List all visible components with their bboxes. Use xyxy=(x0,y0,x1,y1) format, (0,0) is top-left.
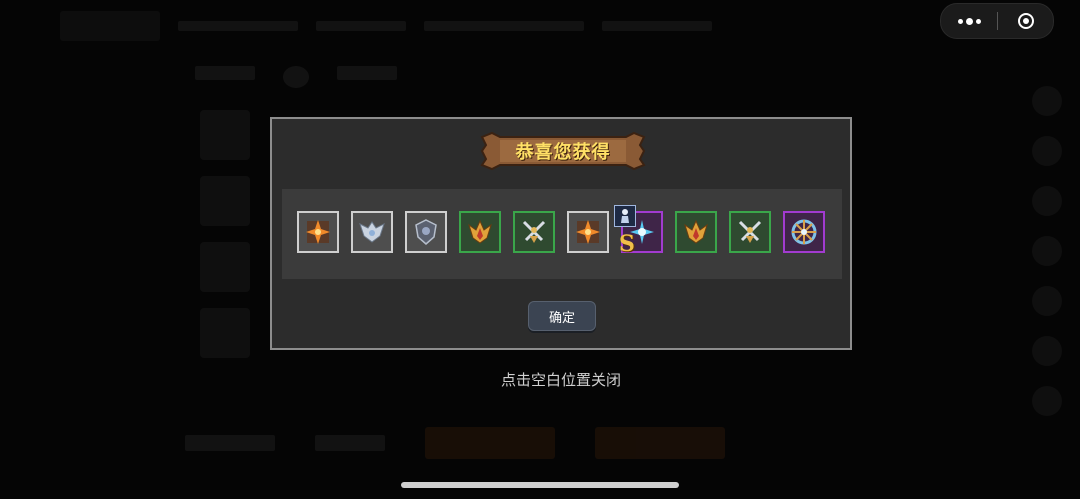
close-hint-text[interactable]: 点击空白位置关闭 xyxy=(0,369,1080,390)
background-left-menu xyxy=(200,110,260,380)
silver-wing-emblem-icon xyxy=(359,221,385,243)
reward-item-slot[interactable] xyxy=(405,211,447,253)
gold-flame-emblem-icon xyxy=(468,219,492,244)
background-side-icon xyxy=(1032,286,1062,316)
background-side-icon xyxy=(1032,86,1062,116)
reward-dialog: 恭喜您获得 S 确定 xyxy=(270,117,852,350)
home-indicator[interactable] xyxy=(401,482,679,488)
dark-shield-emblem-icon xyxy=(415,219,437,245)
background-menu-icon xyxy=(200,308,250,358)
crossed-swords-emblem-icon xyxy=(522,220,546,243)
reward-item-slot[interactable] xyxy=(459,211,501,253)
title-banner: 恭喜您获得 xyxy=(478,131,648,171)
background-menu-icon xyxy=(200,242,250,292)
background-bottom-bar xyxy=(185,425,805,461)
background-side-icon xyxy=(1032,136,1062,166)
background-side-icon xyxy=(1032,336,1062,366)
gold-flame-emblem-icon xyxy=(684,219,708,244)
figure-icon xyxy=(621,209,629,223)
background-bottom-strip xyxy=(185,435,275,451)
background-logo xyxy=(60,11,160,41)
reward-items-panel: S xyxy=(282,189,842,279)
background-menu-icon xyxy=(200,176,250,226)
background-info-strip xyxy=(195,66,255,80)
background-side-icon xyxy=(1032,386,1062,416)
crossed-swords-emblem-icon xyxy=(738,220,762,243)
background-bottom-strip xyxy=(315,435,385,451)
background-header xyxy=(60,8,880,44)
background-info-icon xyxy=(283,66,309,88)
background-header-strip xyxy=(602,21,712,31)
more-menu-icon[interactable] xyxy=(941,4,997,38)
reward-item-slot[interactable] xyxy=(513,211,555,253)
reward-item-slot[interactable] xyxy=(297,211,339,253)
rank-s-badge: S xyxy=(619,231,635,257)
background-header-strip xyxy=(316,21,406,31)
background-side-icon xyxy=(1032,186,1062,216)
orange-cross-emblem-icon xyxy=(306,220,330,244)
reward-item-slot[interactable] xyxy=(783,211,825,253)
dot-icon xyxy=(965,17,973,25)
exit-ring xyxy=(1017,13,1034,29)
confirm-button[interactable]: 确定 xyxy=(528,301,596,331)
character-badge-icon xyxy=(614,205,636,227)
background-info-strip xyxy=(337,66,397,80)
background-top-info xyxy=(195,66,397,88)
background-header-strip xyxy=(178,21,298,31)
background-menu-icon xyxy=(200,110,250,160)
exit-dot xyxy=(1022,18,1029,24)
reward-item-slot[interactable] xyxy=(675,211,717,253)
exit-miniprogram-icon[interactable] xyxy=(998,4,1053,38)
background-header-strip xyxy=(424,21,584,31)
dot-icon xyxy=(975,18,981,24)
orange-cross-emblem-icon xyxy=(576,220,600,244)
reward-item-slot[interactable] xyxy=(351,211,393,253)
dialog-title: 恭喜您获得 xyxy=(515,142,611,163)
dot-icon xyxy=(957,18,963,24)
miniprogram-capsule xyxy=(940,3,1054,39)
reward-item-slot[interactable] xyxy=(729,211,771,253)
background-bottom-button xyxy=(425,427,555,459)
background-side-icon xyxy=(1032,236,1062,266)
background-bottom-button xyxy=(595,427,725,459)
frost-wheel-emblem-icon xyxy=(791,219,817,245)
reward-item-slot[interactable] xyxy=(567,211,609,253)
